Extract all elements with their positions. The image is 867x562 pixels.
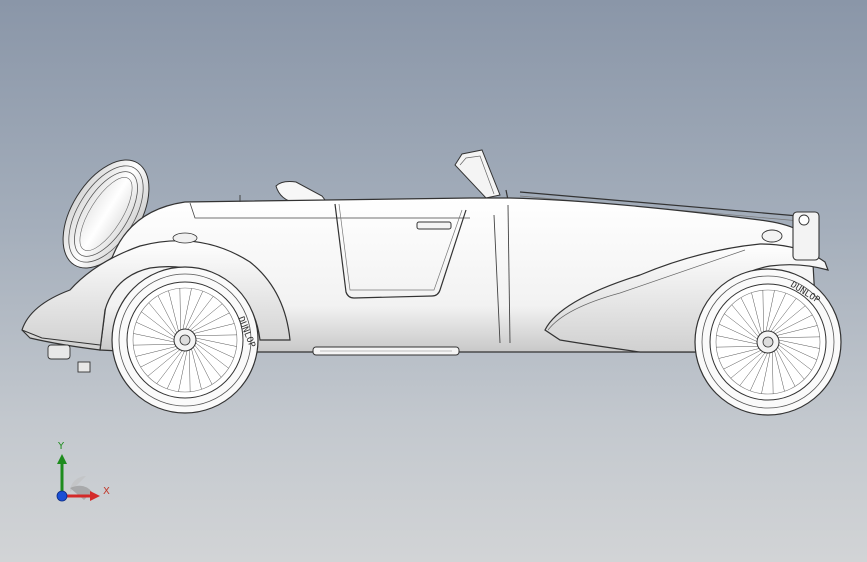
car-model[interactable]: DUNLOP DUNLOP (0, 0, 867, 562)
axis-triad (56, 454, 100, 502)
z-axis-shadow (70, 485, 92, 500)
graphics-viewport[interactable]: DUNLOP DUNLOP Y X (0, 0, 867, 562)
z-axis-dot (56, 490, 68, 502)
y-axis-label: Y (58, 441, 65, 452)
front-wheel: DUNLOP (694, 268, 842, 416)
door-handle (416, 221, 452, 230)
rear-wheel: DUNLOP (111, 266, 259, 414)
x-axis-label: X (103, 486, 110, 497)
windshield (454, 149, 509, 201)
